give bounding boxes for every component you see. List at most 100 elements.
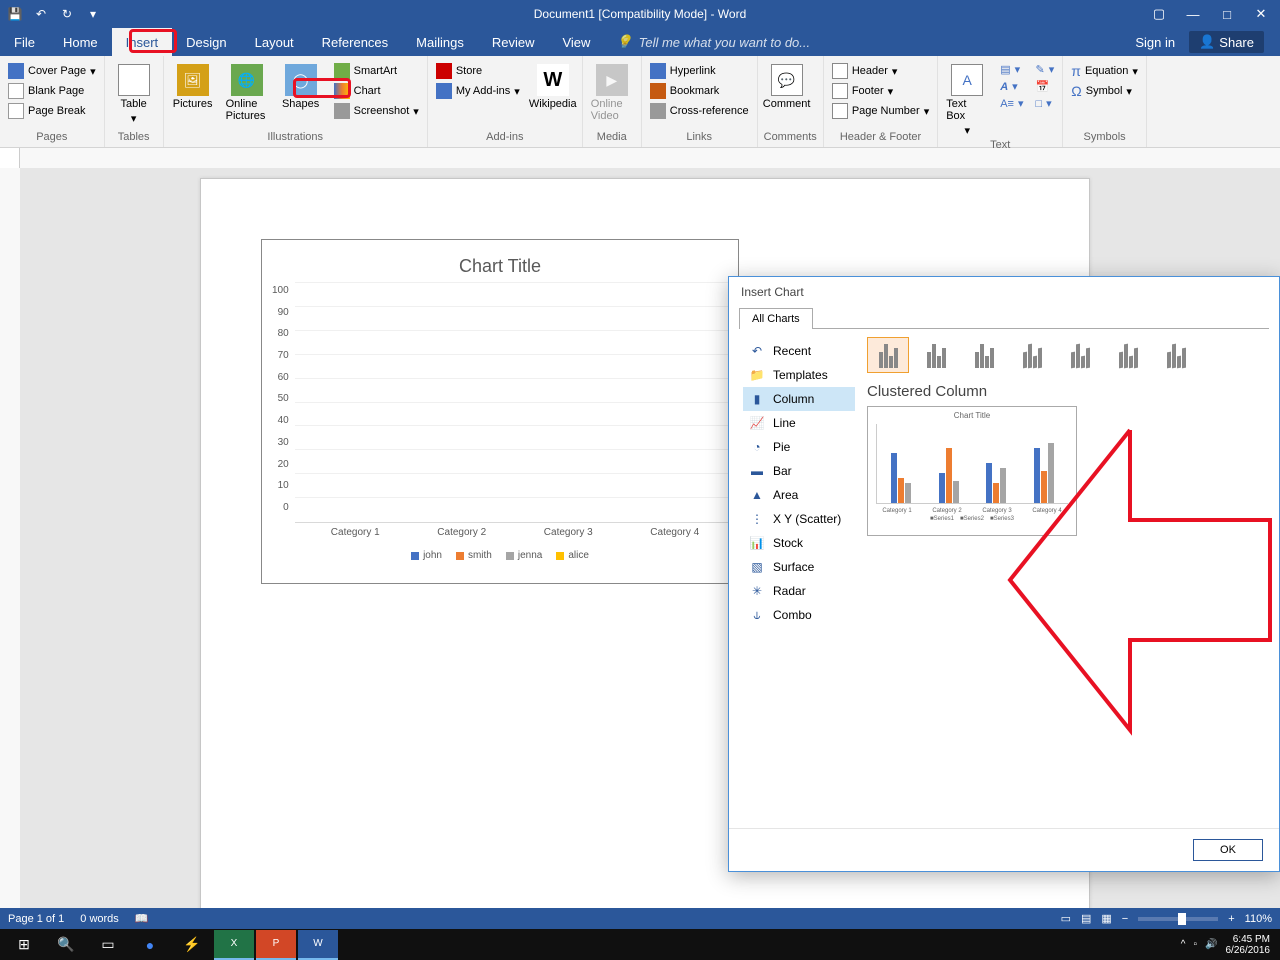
ribbon: Cover Page ▾ Blank Page Page Break Pages… — [0, 56, 1280, 148]
maximize-icon[interactable]: □ — [1220, 7, 1234, 21]
screenshot-button[interactable]: Screenshot ▾ — [332, 102, 421, 120]
equation-button[interactable]: π Equation ▾ — [1069, 62, 1140, 80]
signature-button[interactable]: ✎▾ — [1034, 62, 1057, 77]
cross-reference-button[interactable]: Cross-reference — [648, 102, 751, 120]
sign-in-link[interactable]: Sign in — [1135, 35, 1175, 50]
table-button[interactable]: ▦Table▾ — [111, 62, 157, 127]
smartart-button[interactable]: SmartArt — [332, 62, 421, 80]
qat-customize-icon[interactable]: ▾ — [84, 5, 102, 23]
category-pie[interactable]: ◔Pie — [743, 435, 855, 459]
zoom-level[interactable]: 110% — [1245, 913, 1272, 925]
app-icon[interactable]: ⚡ — [172, 930, 212, 960]
tab-file[interactable]: File — [0, 28, 49, 56]
chrome-icon[interactable]: ● — [130, 930, 170, 960]
comment-button[interactable]: 💬Comment — [764, 62, 810, 112]
column-subtype-4[interactable] — [1059, 337, 1101, 373]
object-icon: □ — [1036, 98, 1043, 110]
category-line[interactable]: 📈Line — [743, 411, 855, 435]
column-subtype-0[interactable] — [867, 337, 909, 373]
category-xyscatter[interactable]: ⋮X Y (Scatter) — [743, 507, 855, 531]
undo-icon[interactable]: ↶ — [32, 5, 50, 23]
footer-button[interactable]: Footer ▾ — [830, 82, 931, 100]
category-area[interactable]: ▲Area — [743, 483, 855, 507]
quick-parts-button[interactable]: ▤▾ — [998, 62, 1025, 77]
tab-insert[interactable]: Insert — [112, 28, 173, 56]
start-button[interactable]: ⊞ — [4, 930, 44, 960]
close-icon[interactable]: ✕ — [1254, 7, 1268, 21]
category-bar[interactable]: ▬Bar — [743, 459, 855, 483]
word-icon[interactable]: W — [298, 930, 338, 960]
text-box-button[interactable]: AText Box▾ — [944, 62, 990, 139]
blank-page-button[interactable]: Blank Page — [6, 82, 98, 100]
category-templates[interactable]: 📁Templates — [743, 363, 855, 387]
object-button[interactable]: □▾ — [1034, 96, 1057, 111]
crossref-icon — [650, 103, 666, 119]
wordart-button[interactable]: A▾ — [998, 79, 1025, 94]
bookmark-button[interactable]: Bookmark — [648, 82, 751, 100]
screenshot-icon — [334, 103, 350, 119]
tab-layout[interactable]: Layout — [241, 28, 308, 56]
page-break-button[interactable]: Page Break — [6, 102, 98, 120]
redo-icon[interactable]: ↻ — [58, 5, 76, 23]
symbol-button[interactable]: Ω Symbol ▾ — [1069, 82, 1140, 100]
page-number-button[interactable]: Page Number ▾ — [830, 102, 931, 120]
pagenum-icon — [832, 103, 848, 119]
column-subtype-2[interactable] — [963, 337, 1005, 373]
excel-icon[interactable]: X — [214, 930, 254, 960]
category-recent[interactable]: ↶Recent — [743, 339, 855, 363]
online-video-button[interactable]: ▶Online Video — [589, 62, 635, 124]
volume-icon[interactable]: 🔊 — [1205, 939, 1217, 950]
date-time-button[interactable]: 📅 — [1034, 79, 1057, 94]
hyperlink-button[interactable]: Hyperlink — [648, 62, 751, 80]
category-stock[interactable]: 📊Stock — [743, 531, 855, 555]
column-subtype-5[interactable] — [1107, 337, 1149, 373]
powerpoint-icon[interactable]: P — [256, 930, 296, 960]
spellcheck-icon[interactable]: 📖 — [135, 912, 149, 925]
tell-me-search[interactable]: 💡 Tell me what you want to do... — [616, 34, 810, 50]
all-charts-tab[interactable]: All Charts — [739, 308, 813, 329]
ribbon-options-icon[interactable]: ▢ — [1152, 7, 1166, 21]
category-surface[interactable]: ▧Surface — [743, 555, 855, 579]
word-count[interactable]: 0 words — [80, 913, 119, 925]
wikipedia-button[interactable]: WWikipedia — [530, 62, 576, 112]
category-radar[interactable]: ✳Radar — [743, 579, 855, 603]
ok-button[interactable]: OK — [1193, 839, 1263, 861]
zoom-in-icon[interactable]: + — [1228, 913, 1234, 925]
category-combo[interactable]: ⫝Combo — [743, 603, 855, 627]
chart-object[interactable]: Chart Title 1009080706050403020100 Categ… — [261, 239, 739, 584]
task-view-icon[interactable]: ▭ — [88, 930, 128, 960]
column-subtype-6[interactable] — [1155, 337, 1197, 373]
tab-view[interactable]: View — [548, 28, 604, 56]
clock[interactable]: 6:45 PM 6/26/2016 — [1226, 934, 1271, 956]
chart-button[interactable]: Chart — [332, 82, 421, 100]
drop-cap-button[interactable]: A≡▾ — [998, 96, 1025, 111]
tab-mailings[interactable]: Mailings — [402, 28, 478, 56]
save-icon[interactable]: 💾 — [6, 5, 24, 23]
header-button[interactable]: Header ▾ — [830, 62, 931, 80]
store-button[interactable]: Store — [434, 62, 522, 80]
web-layout-icon[interactable]: ▦ — [1101, 912, 1111, 925]
tray-up-icon[interactable]: ^ — [1181, 939, 1186, 950]
network-icon[interactable]: ▫ — [1194, 939, 1198, 950]
column-subtype-1[interactable] — [915, 337, 957, 373]
tab-references[interactable]: References — [308, 28, 402, 56]
tab-home[interactable]: Home — [49, 28, 112, 56]
tab-design[interactable]: Design — [172, 28, 240, 56]
share-button[interactable]: 👤Share — [1189, 31, 1264, 53]
minimize-icon[interactable]: — — [1186, 7, 1200, 21]
cover-page-button[interactable]: Cover Page ▾ — [6, 62, 98, 80]
my-addins-button[interactable]: My Add-ins ▾ — [434, 82, 522, 100]
search-icon[interactable]: 🔍 — [46, 930, 86, 960]
tab-review[interactable]: Review — [478, 28, 549, 56]
chart-preview[interactable]: Chart Title Category 1Category 2Category… — [867, 406, 1077, 536]
pictures-button[interactable]: 🖼Pictures — [170, 62, 216, 112]
zoom-out-icon[interactable]: − — [1122, 913, 1128, 925]
print-layout-icon[interactable]: ▤ — [1081, 912, 1091, 925]
zoom-slider[interactable] — [1138, 917, 1218, 921]
page-status[interactable]: Page 1 of 1 — [8, 913, 64, 925]
shapes-button[interactable]: ◯Shapes — [278, 62, 324, 112]
online-pictures-button[interactable]: 🌐Online Pictures — [224, 62, 270, 124]
read-mode-icon[interactable]: ▭ — [1061, 912, 1071, 925]
category-column[interactable]: ▮Column — [743, 387, 855, 411]
column-subtype-3[interactable] — [1011, 337, 1053, 373]
